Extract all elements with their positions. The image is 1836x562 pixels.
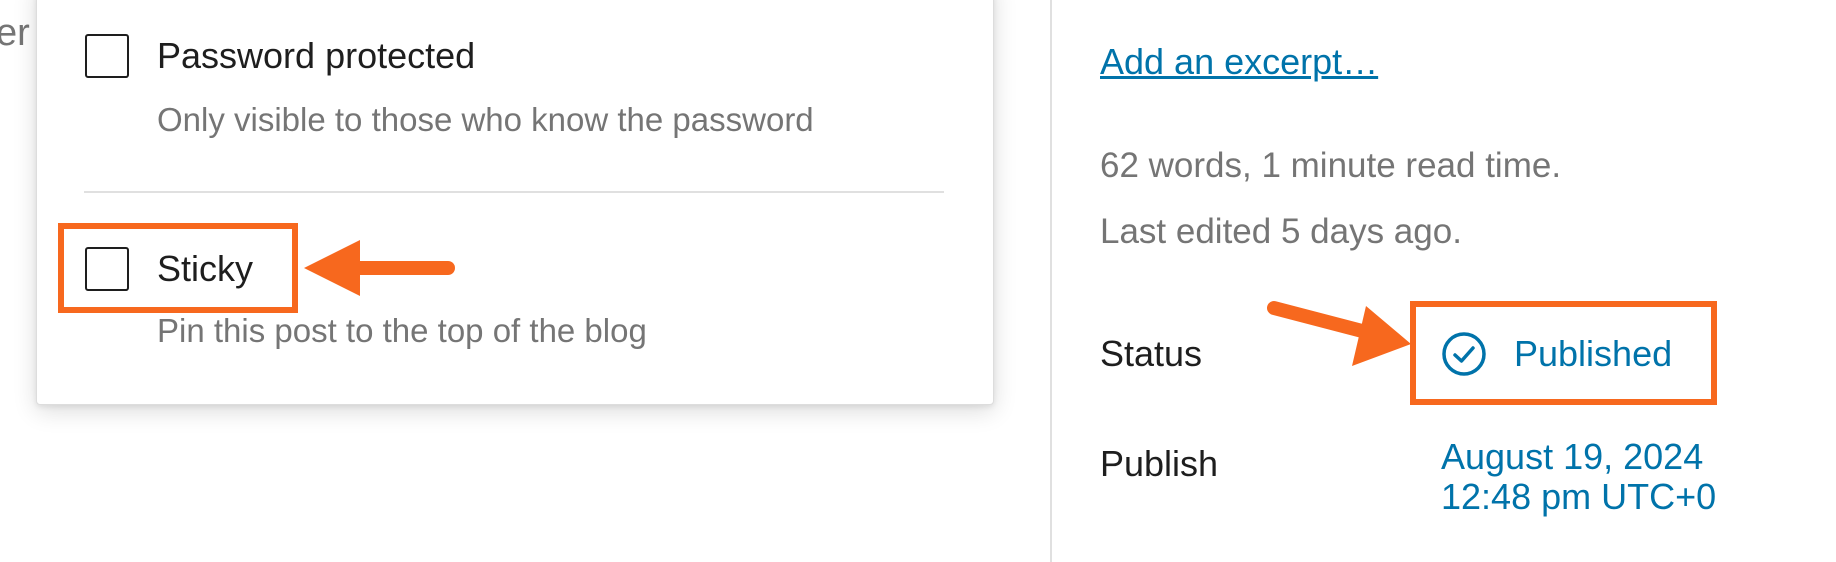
publish-date: August 19, 2024 bbox=[1441, 436, 1704, 477]
background-text-fragment: er bbox=[0, 12, 30, 54]
status-label: Status bbox=[1100, 333, 1203, 374]
password-protected-label[interactable]: Password protected bbox=[157, 38, 475, 74]
sidebar-border bbox=[1050, 0, 1052, 562]
sticky-help: Pin this post to the top of the blog bbox=[157, 312, 647, 349]
publish-label: Publish bbox=[1100, 443, 1219, 484]
options-divider bbox=[84, 191, 944, 193]
sticky-highlight-box bbox=[58, 223, 298, 313]
visibility-popover: Password protected Only visible to those… bbox=[36, 0, 994, 405]
add-excerpt-link[interactable]: Add an excerpt… bbox=[1100, 44, 1378, 80]
publish-time: 12:48 pm UTC+0 bbox=[1441, 476, 1717, 517]
publish-date-button[interactable]: August 19, 2024 12:48 pm UTC+0 bbox=[1441, 437, 1716, 517]
word-count: 62 words, 1 minute read time. bbox=[1100, 146, 1562, 185]
last-edited: Last edited 5 days ago. bbox=[1100, 212, 1462, 251]
arrow-left-icon bbox=[304, 240, 455, 296]
password-protected-help: Only visible to those who know the passw… bbox=[157, 101, 814, 138]
arrow-right-icon bbox=[1267, 301, 1411, 366]
password-protected-checkbox[interactable] bbox=[85, 34, 129, 78]
status-highlight-box bbox=[1410, 301, 1717, 405]
